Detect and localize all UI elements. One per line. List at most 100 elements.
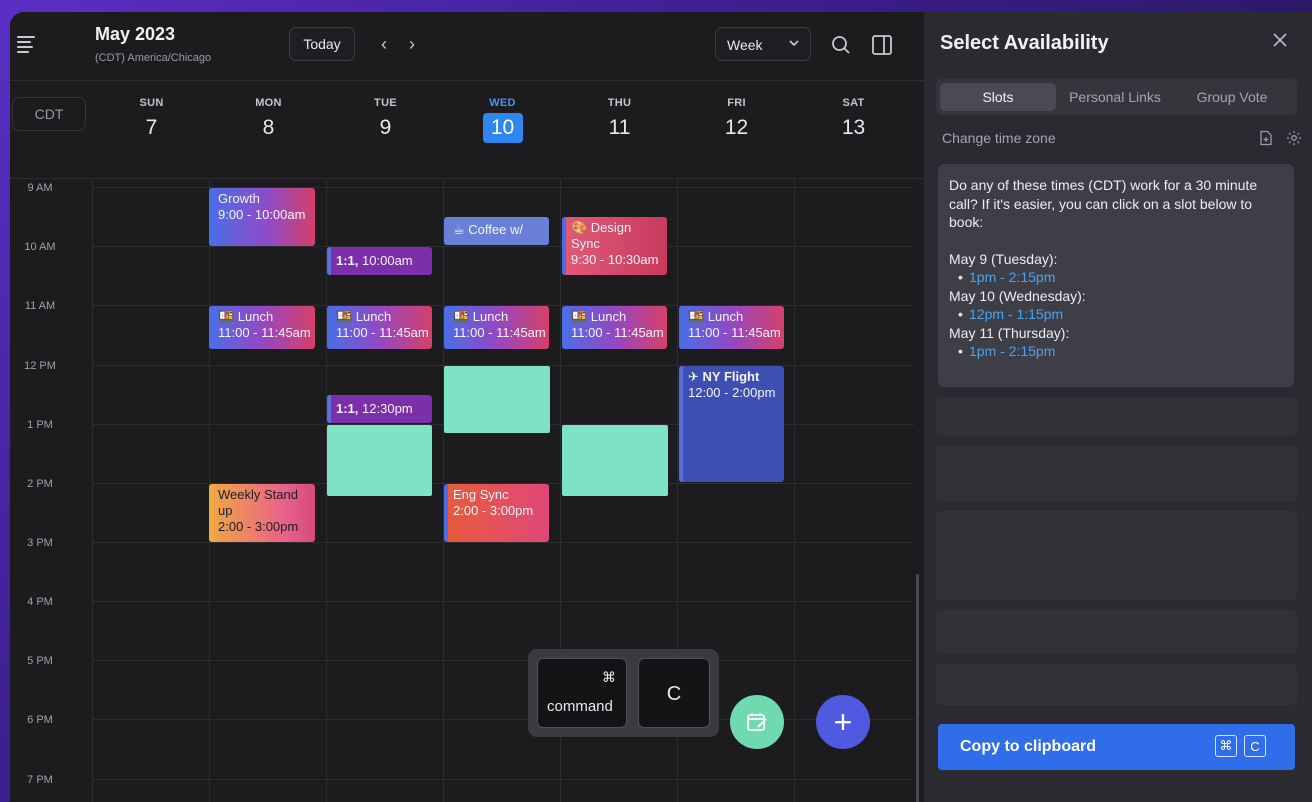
day-header-sun[interactable]: SUN 7 xyxy=(93,97,210,143)
event-design-sync[interactable]: 🎨 Design Sync 9:30 - 10:30am xyxy=(562,217,667,275)
event-lunch-fri[interactable]: 🍱 Lunch 11:00 - 11:45am xyxy=(679,306,784,349)
event-time: 2:00 - 3:00pm xyxy=(218,519,299,534)
hour-line xyxy=(92,719,914,720)
event-color-bar xyxy=(327,395,331,423)
day-header-wed[interactable]: WED 10 xyxy=(444,97,561,143)
day-number: 11 xyxy=(608,116,631,139)
placeholder-row xyxy=(936,664,1297,705)
gear-icon[interactable] xyxy=(1286,130,1302,146)
hour-label: 4 PM xyxy=(27,596,53,608)
day-header-tue[interactable]: TUE 9 xyxy=(327,97,444,143)
availability-slot-thu[interactable] xyxy=(562,425,668,496)
prev-week-button[interactable]: ‹ xyxy=(376,34,392,54)
event-title: Growth xyxy=(218,191,260,206)
event-title: ☕ Coffee w/ xyxy=(453,222,523,237)
schedule-button[interactable] xyxy=(730,695,784,749)
event-color-bar xyxy=(209,306,213,349)
slot-link[interactable]: 1pm - 2:15pm xyxy=(949,342,1282,361)
slot-day: May 11 (Thursday): xyxy=(949,324,1070,341)
availability-panel: Select Availability Slots Personal Links… xyxy=(924,12,1312,802)
event-time: 10:00am xyxy=(362,253,413,268)
hour-label: 1 PM xyxy=(27,419,53,431)
tab-slots[interactable]: Slots xyxy=(940,83,1056,111)
search-icon[interactable] xyxy=(830,34,852,56)
event-lunch-thu[interactable]: 🍱 Lunch 11:00 - 11:45am xyxy=(562,306,667,349)
event-time: 11:00 - 11:45am xyxy=(571,325,664,340)
event-weekly-standup[interactable]: Weekly Stand up 2:00 - 3:00pm xyxy=(209,484,315,542)
tab-group-vote[interactable]: Group Vote xyxy=(1174,83,1290,111)
event-title: 🍱 Lunch xyxy=(453,309,509,324)
event-growth[interactable]: Growth 9:00 - 10:00am xyxy=(209,188,315,246)
availability-message[interactable]: Do any of these times (CDT) work for a 3… xyxy=(938,164,1294,387)
copy-label: Copy to clipboard xyxy=(960,738,1096,755)
change-timezone-link[interactable]: Change time zone xyxy=(942,130,1056,146)
day-of-week: THU xyxy=(607,97,632,109)
tab-personal-links[interactable]: Personal Links xyxy=(1057,83,1173,111)
event-title: 🍱 Lunch xyxy=(336,309,392,324)
event-color-bar xyxy=(562,217,566,275)
add-event-button[interactable]: + xyxy=(816,695,870,749)
command-key: ⌘ command xyxy=(537,658,627,728)
event-one-on-one-1[interactable]: 1:1, 10:00am xyxy=(327,247,432,275)
timezone-badge[interactable]: CDT xyxy=(12,97,86,131)
command-symbol: ⌘ xyxy=(602,669,616,685)
hour-label: 7 PM xyxy=(27,774,53,786)
availability-slot-wed[interactable] xyxy=(444,366,550,433)
add-file-icon[interactable] xyxy=(1258,130,1274,146)
hour-label: 12 PM xyxy=(24,360,56,372)
scrollbar[interactable] xyxy=(916,574,919,802)
menu-icon[interactable] xyxy=(17,36,35,53)
event-color-bar xyxy=(679,366,683,482)
hour-label: 6 PM xyxy=(27,714,53,726)
day-header-mon[interactable]: MON 8 xyxy=(210,97,327,143)
next-week-button[interactable]: › xyxy=(404,34,420,54)
placeholder-row xyxy=(936,609,1297,654)
event-time: 12:30pm xyxy=(362,401,413,416)
hour-line xyxy=(92,601,914,602)
event-color-bar xyxy=(327,306,331,349)
close-icon[interactable] xyxy=(1272,32,1288,48)
view-select[interactable]: Week xyxy=(715,27,811,61)
placeholder-row xyxy=(936,397,1297,436)
day-number: 13 xyxy=(841,116,866,139)
event-time: 11:00 - 11:45am xyxy=(336,325,429,340)
slot-link[interactable]: 12pm - 1:15pm xyxy=(949,305,1282,324)
event-lunch-tue[interactable]: 🍱 Lunch 11:00 - 11:45am xyxy=(327,306,432,349)
availability-slot-tue[interactable] xyxy=(327,425,432,496)
hour-label: 3 PM xyxy=(27,537,53,549)
sidebar-toggle-icon[interactable] xyxy=(871,34,893,56)
event-title: 🎨 Design Sync xyxy=(571,220,632,251)
event-color-bar xyxy=(679,306,683,349)
event-time: 9:00 - 10:00am xyxy=(218,207,306,222)
hour-label: 11 AM xyxy=(24,300,56,312)
event-eng-sync[interactable]: Eng Sync 2:00 - 3:00pm xyxy=(444,484,549,542)
event-title: 🍱 Lunch xyxy=(218,309,274,324)
slot-link[interactable]: 1pm - 2:15pm xyxy=(949,268,1282,287)
event-color-bar xyxy=(327,247,331,275)
hour-label: 2 PM xyxy=(27,478,53,490)
event-time: 11:00 - 11:45am xyxy=(688,325,781,340)
event-lunch-wed[interactable]: 🍱 Lunch 11:00 - 11:45am xyxy=(444,306,549,349)
placeholder-row xyxy=(936,511,1297,600)
day-number: 8 xyxy=(262,116,275,139)
event-one-on-one-2[interactable]: 1:1, 12:30pm xyxy=(327,395,432,423)
event-time: 11:00 - 11:45am xyxy=(453,325,546,340)
copy-to-clipboard-button[interactable]: Copy to clipboard ⌘ C xyxy=(938,724,1295,770)
event-time: 11:00 - 11:45am xyxy=(218,325,311,340)
day-header-thu[interactable]: THU 11 xyxy=(561,97,678,143)
hour-label: 10 AM xyxy=(24,241,56,253)
today-button[interactable]: Today xyxy=(289,27,355,61)
day-header-sat[interactable]: SAT 13 xyxy=(795,97,912,143)
event-lunch-mon[interactable]: 🍱 Lunch 11:00 - 11:45am xyxy=(209,306,315,349)
day-number: 7 xyxy=(145,116,158,139)
event-ny-flight[interactable]: ✈ NY Flight 12:00 - 2:00pm xyxy=(679,366,784,482)
calendar-edit-icon xyxy=(747,713,767,731)
day-header-fri[interactable]: FRI 12 xyxy=(678,97,795,143)
column-divider xyxy=(794,179,795,802)
keyboard-shortcut-overlay: ⌘ command C xyxy=(528,649,719,737)
day-number: 9 xyxy=(379,116,392,139)
event-title: 🍱 Lunch xyxy=(688,309,744,324)
event-coffee[interactable]: ☕ Coffee w/ xyxy=(444,217,549,245)
panel-tabs: Slots Personal Links Group Vote xyxy=(936,79,1297,115)
panel-title: Select Availability xyxy=(940,32,1109,54)
